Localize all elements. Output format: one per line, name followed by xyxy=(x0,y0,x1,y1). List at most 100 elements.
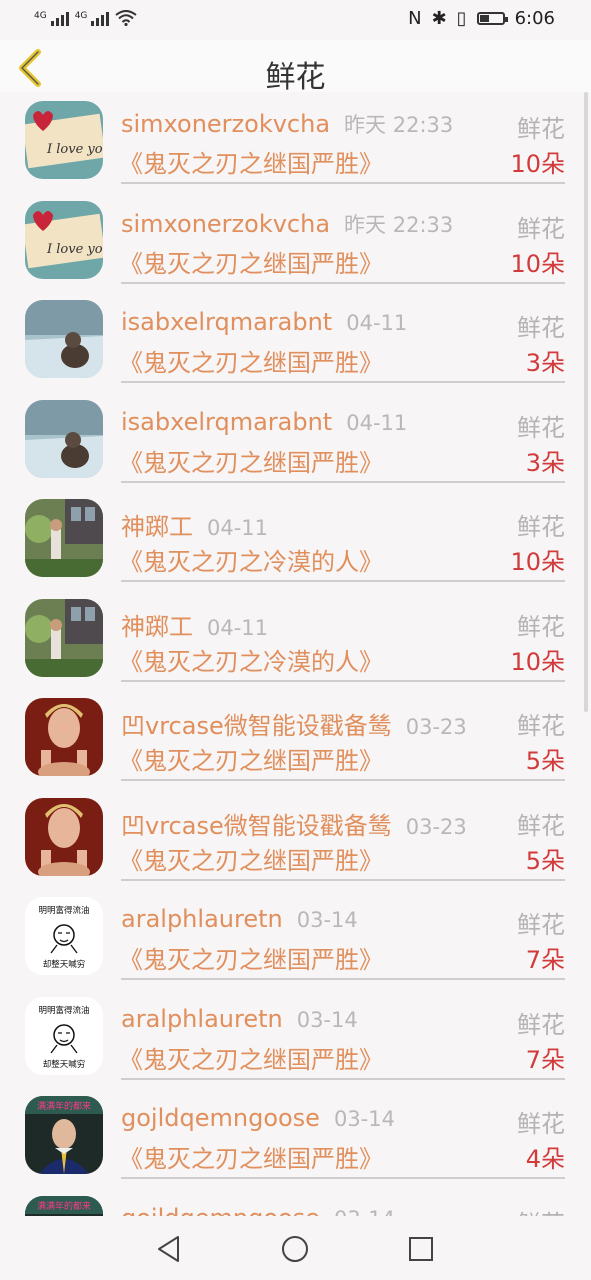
timestamp: 03-23 xyxy=(405,814,467,839)
list-item[interactable]: I love you simxonerzokvcha 昨天 22:33 鲜花《鬼灭之刃… xyxy=(0,92,591,192)
sender-name[interactable]: gojldqemngoose xyxy=(121,1204,320,1217)
gift-type-label: 鲜花 xyxy=(517,513,565,541)
avatar[interactable] xyxy=(25,300,103,378)
avatar[interactable]: 满满年的都来 xyxy=(25,1096,103,1174)
list-item[interactable]: 凹vrcase微智能设戳备鸶 03-23 鲜花 《鬼灭之刃之继国严胜》 5朵 xyxy=(0,689,591,789)
book-title[interactable]: 《鬼灭之刃之继国严胜》 xyxy=(119,940,383,975)
sender-name-line: 神踯工 04-11 xyxy=(121,607,268,642)
timestamp: 03-14 xyxy=(296,908,358,932)
sender-name[interactable]: 神踯工 xyxy=(121,613,193,641)
sender-name-line: aralphlauretn 03-14 xyxy=(121,1005,358,1033)
book-title[interactable]: 《鬼灭之刃之继国严胜》 xyxy=(119,144,383,179)
sender-name-line: isabxelrqmarabnt 04-11 xyxy=(121,408,407,436)
sender-name[interactable]: 凹vrcase微智能设戳备鸶 xyxy=(121,712,392,740)
flower-count: 10朵 xyxy=(510,249,565,278)
nfc-icon: N xyxy=(408,8,422,29)
gift-type-label: 鲜花 xyxy=(517,1204,565,1217)
divider xyxy=(121,1077,565,1080)
flower-count: 10朵 xyxy=(510,150,565,178)
battery-icon xyxy=(476,12,508,25)
sender-name[interactable]: isabxelrqmarabnt xyxy=(121,408,332,436)
gift-type-label: 鲜花 xyxy=(517,1110,565,1138)
avatar[interactable] xyxy=(25,698,103,776)
nav-home-icon[interactable] xyxy=(280,1234,310,1264)
nav-recents-icon[interactable] xyxy=(406,1234,436,1264)
network-type-label: 4G xyxy=(34,11,47,21)
flower-count: 5朵 xyxy=(525,747,565,775)
list-item[interactable]: I love you simxonerzokvcha 昨天 22:33 鲜花《鬼灭之刃… xyxy=(0,192,591,292)
sender-name[interactable]: 神踯工 xyxy=(121,513,193,541)
flower-count: 7朵 xyxy=(525,946,565,974)
system-nav-bar xyxy=(0,1216,591,1280)
sender-name[interactable]: 凹vrcase微智能设戳备鸶 xyxy=(121,812,392,840)
sender-name-line: 凹vrcase微智能设戳备鸶 03-23 xyxy=(121,806,467,841)
sender-name[interactable]: aralphlauretn xyxy=(121,905,283,933)
avatar[interactable] xyxy=(25,399,103,478)
sender-name-line: simxonerzokvcha 昨天 22:33 xyxy=(121,209,453,239)
sender-name-line: gojldqemngoose 03-14 xyxy=(121,1204,395,1217)
avatar[interactable]: 明明富得流油 却整天喊穷 xyxy=(25,996,103,1075)
clock: 6:06 xyxy=(514,8,555,29)
list-item[interactable]: 明明富得流油 却整天喊穷 aralphlauretn 03-14 鲜花《鬼灭之刃之继国严… xyxy=(0,888,591,988)
divider xyxy=(121,978,565,980)
book-title[interactable]: 《鬼灭之刃之继国严胜》 xyxy=(119,841,383,876)
list-item[interactable]: 明明富得流油 却整天喊穷 aralphlauretn 03-14 鲜花《鬼灭之刃之继国严… xyxy=(0,988,591,1088)
svg-text:满满年的都来: 满满年的都来 xyxy=(37,1100,91,1112)
status-icons: N ✱ ▯ 6:06 xyxy=(408,8,555,29)
gift-type-label: 鲜花 xyxy=(517,811,565,840)
top-bar: 鲜花 xyxy=(0,40,591,95)
flower-count: 3朵 xyxy=(525,448,565,477)
sender-name-line: isabxelrqmarabnt 04-11 xyxy=(121,308,407,336)
divider xyxy=(121,281,565,284)
book-title[interactable]: 《鬼灭之刃之冷漠的人》 xyxy=(119,642,383,677)
list-item[interactable]: 满满年的都来 gojldqemngoose 03-14 鲜花 xyxy=(0,1187,591,1217)
sender-name[interactable]: isabxelrqmarabnt xyxy=(121,308,332,336)
nav-back-icon[interactable] xyxy=(154,1234,184,1264)
list-item[interactable]: isabxelrqmarabnt 04-11 鲜花 《鬼灭之刃之继国严胜》 3朵 xyxy=(0,391,591,491)
book-title[interactable]: 《鬼灭之刃之冷漠的人》 xyxy=(119,542,383,577)
avatar[interactable]: 满满年的都来 xyxy=(25,1195,103,1216)
svg-text:I love you: I love you xyxy=(46,142,103,157)
avatar[interactable] xyxy=(25,598,103,677)
book-title[interactable]: 《鬼灭之刃之继国严胜》 xyxy=(119,1139,383,1174)
sender-name[interactable]: gojldqemngoose xyxy=(121,1104,320,1132)
list-item[interactable]: isabxelrqmarabnt 04-11 鲜花 《鬼灭之刃之继国严胜》 3朵 xyxy=(0,291,591,391)
avatar[interactable] xyxy=(25,499,103,577)
book-title[interactable]: 《鬼灭之刃之继国严胜》 xyxy=(119,1040,383,1075)
flower-record-list: I love yousimxonerzokvcha昨天 22:33鲜花《鬼灭之刃… xyxy=(0,92,591,1216)
avatar[interactable]: 明明富得流油 却整天喊穷 xyxy=(25,897,103,975)
flower-count: 5朵 xyxy=(525,846,565,875)
svg-text:满满年的都来: 满满年的都来 xyxy=(37,1200,91,1212)
list-item[interactable]: 凹vrcase微智能设戳备鸶 03-23 鲜花《鬼灭之刃之继国严胜》 5朵 xyxy=(0,789,591,889)
svg-text:明明富得流油: 明明富得流油 xyxy=(38,905,89,916)
sender-name[interactable]: aralphlauretn xyxy=(121,1005,283,1033)
scrollbar[interactable] xyxy=(584,92,588,712)
book-title[interactable]: 《鬼灭之刃之继国严胜》 xyxy=(119,343,383,378)
avatar[interactable] xyxy=(25,797,103,876)
svg-text:明明富得流油: 明明富得流油 xyxy=(38,1005,89,1016)
divider xyxy=(121,182,565,184)
divider xyxy=(121,580,565,582)
avatar[interactable]: I love you xyxy=(25,200,103,279)
gift-type-label: 鲜花 xyxy=(517,1010,565,1039)
book-title[interactable]: 《鬼灭之刃之继国严胜》 xyxy=(119,244,383,279)
sender-name[interactable]: simxonerzokvcha xyxy=(121,210,330,238)
timestamp: 03-14 xyxy=(334,1207,395,1217)
timestamp: 03-14 xyxy=(296,1007,358,1032)
gift-type-label: 鲜花 xyxy=(517,911,565,939)
list-item[interactable]: 满满年的都来 gojldqemngoose 03-14 鲜花 《鬼灭之刃之继国严胜》 4朵 xyxy=(0,1087,591,1187)
book-title[interactable]: 《鬼灭之刃之继国严胜》 xyxy=(119,443,383,478)
book-title[interactable]: 《鬼灭之刃之继国严胜》 xyxy=(119,741,383,776)
gift-type-label: 鲜花 xyxy=(517,214,565,243)
sender-name-line: gojldqemngoose 03-14 xyxy=(121,1104,395,1132)
signal-icon: 4G xyxy=(34,12,69,26)
list-item[interactable]: 神踯工 04-11 鲜花 《鬼灭之刃之冷漠的人》 10朵 xyxy=(0,490,591,590)
avatar[interactable]: I love you xyxy=(25,101,103,179)
timestamp: 03-23 xyxy=(405,715,467,739)
flower-count: 10朵 xyxy=(510,647,565,676)
divider xyxy=(121,878,565,881)
gift-type-label: 鲜花 xyxy=(517,314,565,342)
sender-name[interactable]: simxonerzokvcha xyxy=(121,110,330,138)
timestamp: 03-14 xyxy=(333,1107,395,1131)
list-item[interactable]: 神踯工 04-11 鲜花 《鬼灭之刃之冷漠的人》 10朵 xyxy=(0,590,591,690)
